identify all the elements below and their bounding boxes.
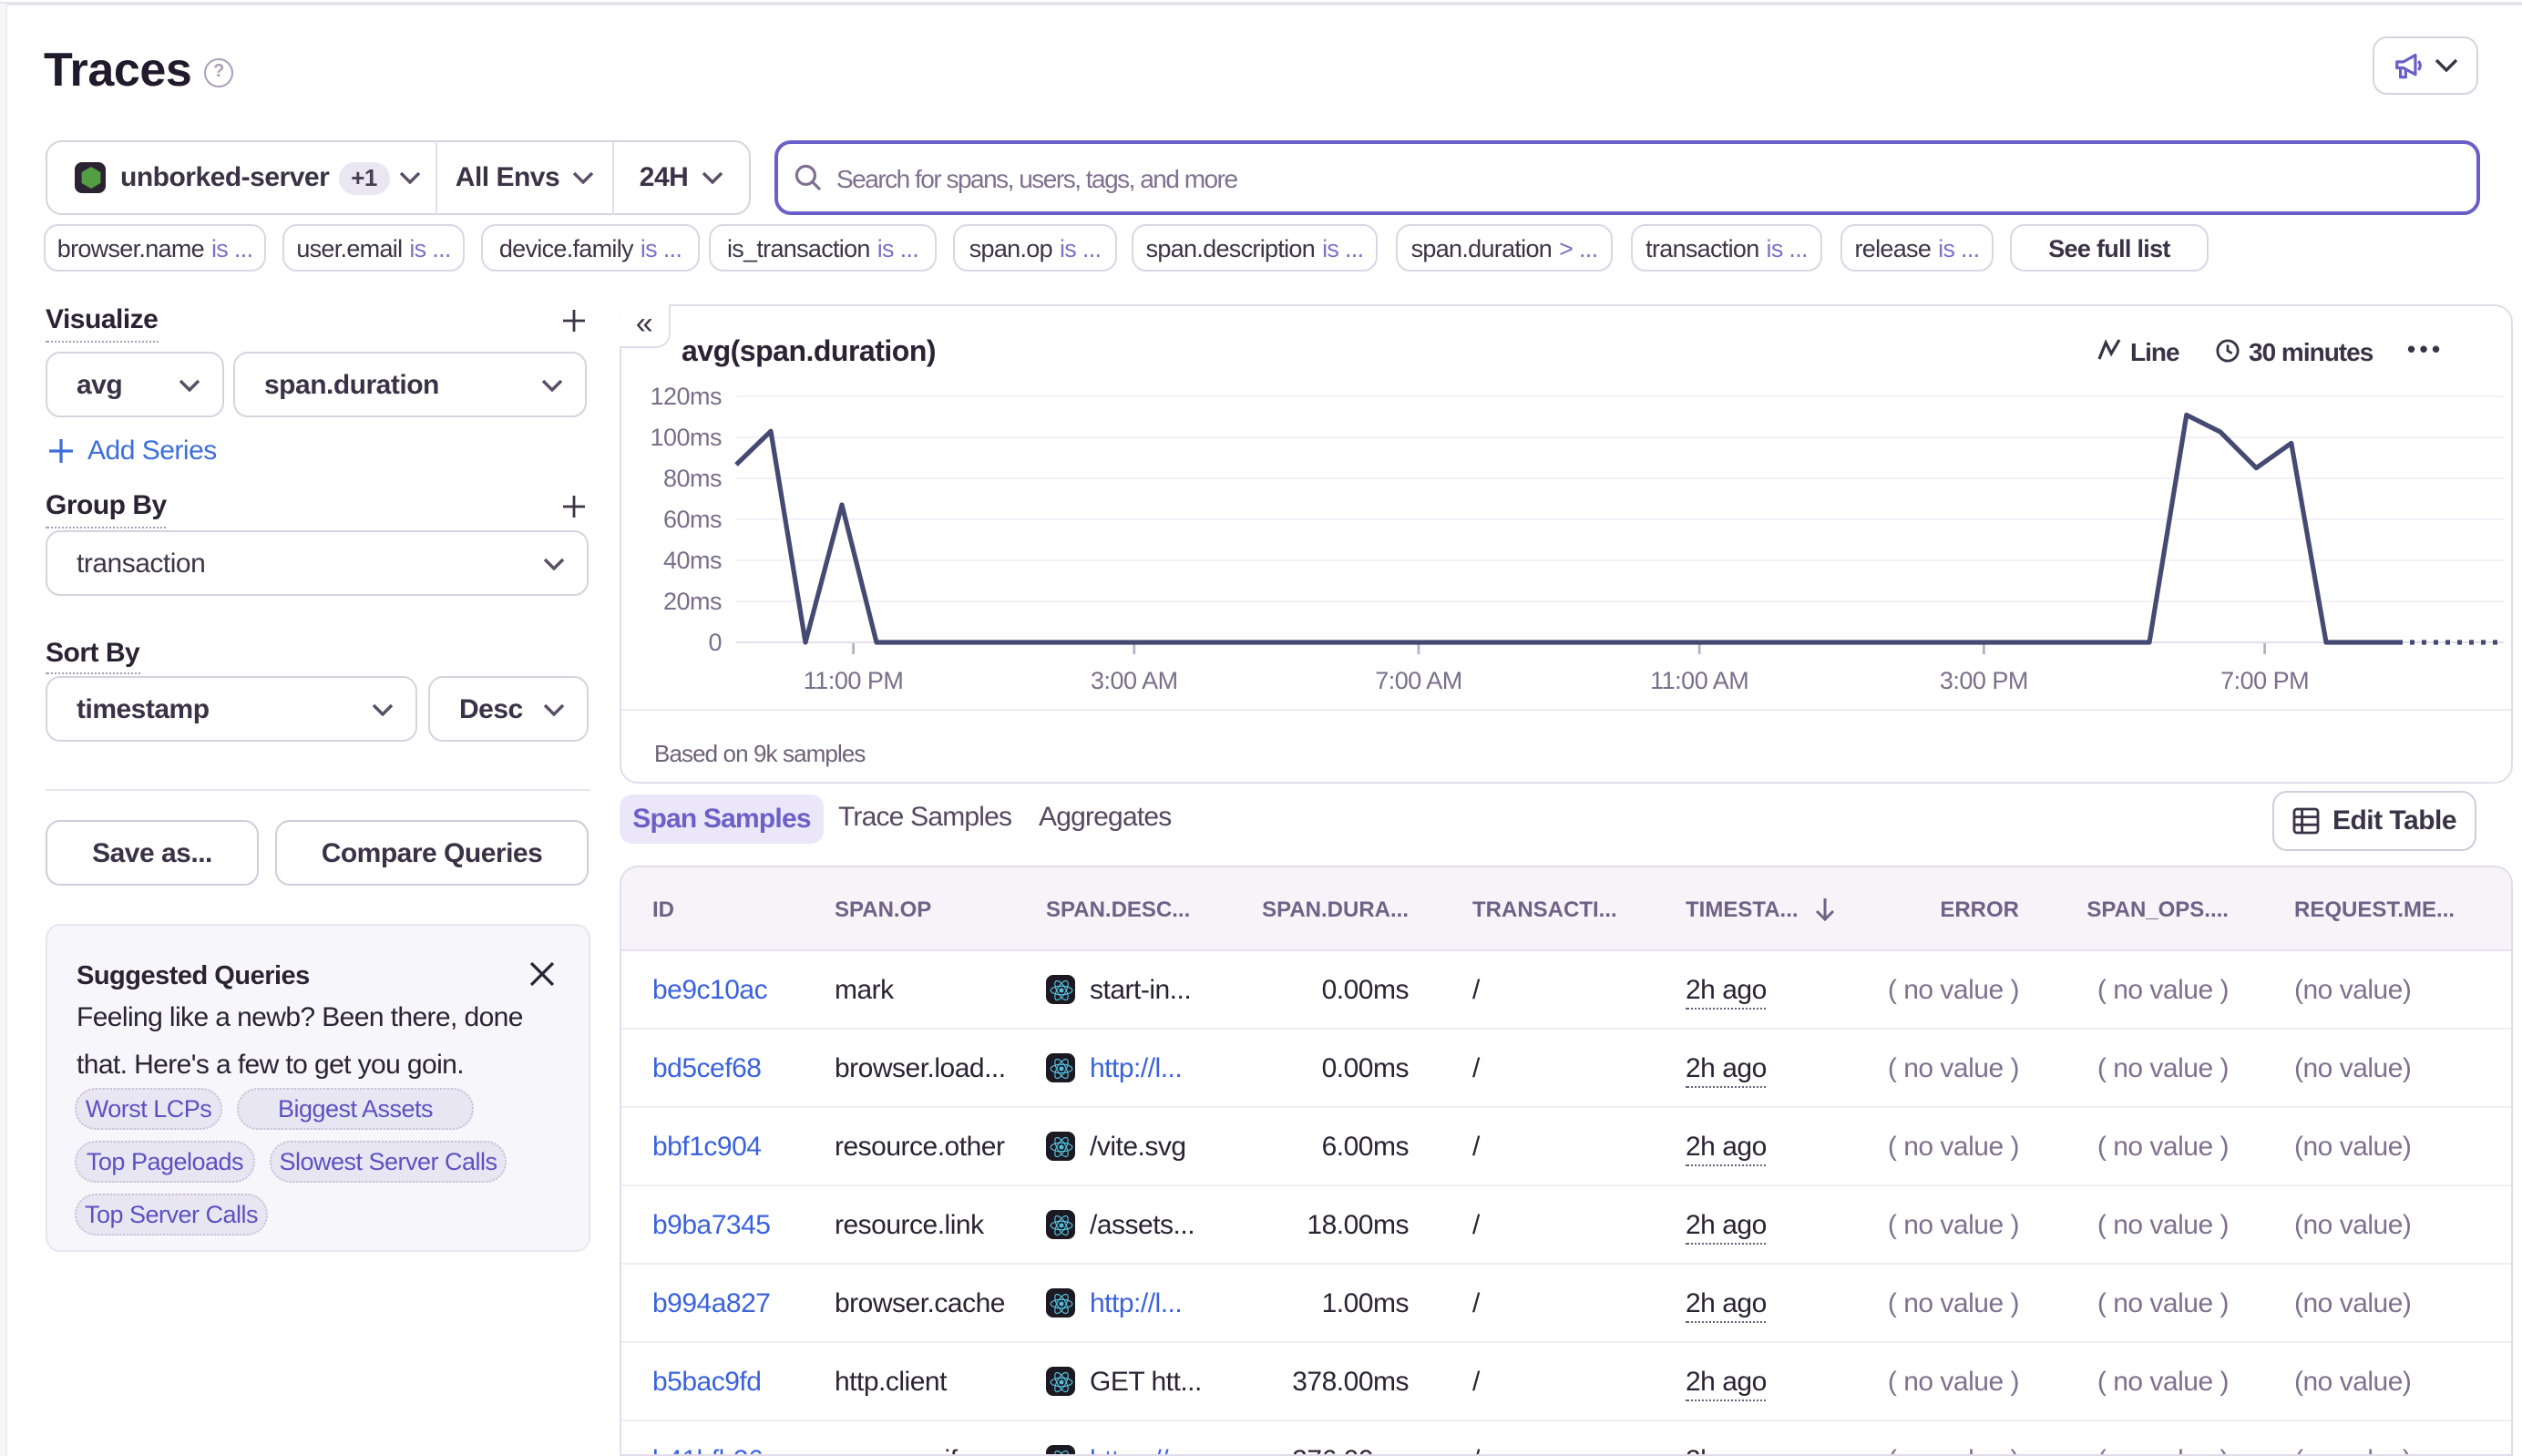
svg-text:7:00 PM: 7:00 PM bbox=[2220, 667, 2309, 694]
svg-text:100ms: 100ms bbox=[650, 424, 722, 451]
svg-text:120ms: 120ms bbox=[650, 383, 722, 410]
svg-text:3:00 PM: 3:00 PM bbox=[1940, 667, 2028, 694]
svg-text:20ms: 20ms bbox=[663, 588, 722, 615]
svg-text:7:00 AM: 7:00 AM bbox=[1375, 667, 1462, 694]
svg-text:80ms: 80ms bbox=[663, 465, 722, 492]
svg-text:11:00 PM: 11:00 PM bbox=[804, 667, 904, 694]
svg-text:0: 0 bbox=[708, 629, 722, 656]
svg-text:11:00 AM: 11:00 AM bbox=[1650, 667, 1748, 694]
svg-text:60ms: 60ms bbox=[663, 506, 722, 533]
svg-text:3:00 AM: 3:00 AM bbox=[1091, 667, 1178, 694]
svg-text:40ms: 40ms bbox=[663, 547, 722, 574]
